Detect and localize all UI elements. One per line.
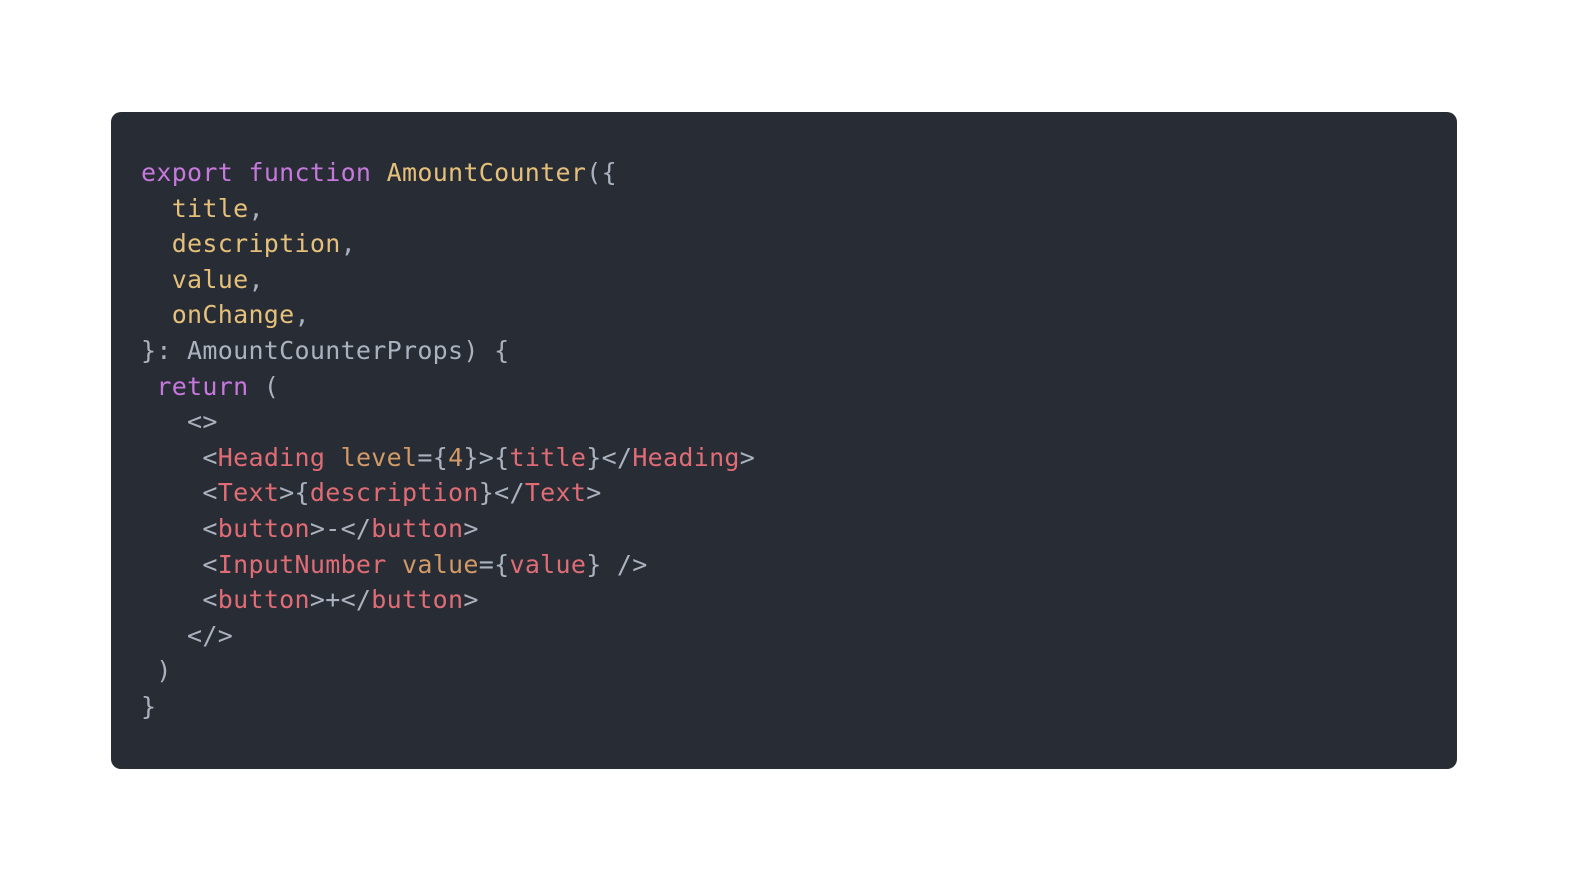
- code-token-attr: level: [340, 442, 418, 472]
- code-line: </>: [141, 618, 755, 654]
- code-token-default: [141, 265, 172, 294]
- code-token-tag: button: [217, 513, 310, 543]
- code-token-tag: button: [371, 585, 464, 615]
- code-token-tag: value: [509, 549, 587, 579]
- code-line: <button>-</button>: [141, 511, 755, 547]
- code-token-tag: Heading: [632, 442, 740, 472]
- code-token-tag: description: [309, 478, 479, 508]
- code-token-default: ): [141, 656, 172, 686]
- code-token-default: [387, 550, 402, 579]
- code-token-tag: button: [371, 513, 464, 543]
- code-line: }: AmountCounterProps) {: [141, 333, 755, 369]
- code-token-default: }>{: [463, 442, 510, 472]
- code-token-default: [141, 229, 172, 258]
- code-token-default: >: [586, 478, 602, 508]
- code-token-attr: 4: [448, 442, 464, 472]
- code-token-default: <: [141, 585, 218, 615]
- code-token-variable: description: [171, 229, 341, 259]
- code-token-default: <: [141, 549, 218, 579]
- code-line: <Text>{description}</Text>: [141, 475, 755, 511]
- code-token-default: ({: [586, 158, 617, 187]
- code-token-default: }</: [478, 478, 525, 508]
- code-token-default: <: [141, 442, 218, 472]
- code-token-default: <>: [141, 407, 218, 437]
- code-token-keyword: return: [156, 371, 249, 401]
- code-token-variable: value: [171, 264, 249, 294]
- code-token-default: >: [463, 513, 479, 543]
- code-token-tag: Heading: [217, 442, 326, 472]
- code-token-default: [371, 158, 386, 187]
- code-token-default: >: [739, 442, 756, 472]
- code-token-default: >: [463, 585, 479, 615]
- code-line: return (: [141, 369, 755, 405]
- code-token-variable: onChange: [171, 300, 295, 330]
- code-token-tag: Text: [217, 478, 280, 508]
- code-line: ): [141, 653, 755, 689]
- code-token-default: }</: [586, 442, 633, 472]
- code-token-default: [325, 443, 340, 472]
- code-token-default: [141, 194, 172, 223]
- code-token-default: }: AmountCounterProps) {: [141, 335, 510, 365]
- code-block: export function AmountCounter({ title, d…: [141, 155, 755, 725]
- code-token-default: } />: [586, 549, 648, 579]
- code-token-variable: title: [171, 193, 249, 223]
- code-token-attr: value: [402, 549, 479, 579]
- code-line: onChange,: [141, 297, 755, 333]
- code-token-default: >{: [279, 478, 310, 508]
- code-token-default: </>: [141, 620, 234, 650]
- code-token-default: [141, 372, 156, 401]
- code-line: <button>+</button>: [141, 582, 755, 618]
- code-token-default: ,: [248, 193, 264, 223]
- code-line: export function AmountCounter({: [141, 155, 755, 191]
- code-token-default: >-</: [309, 513, 372, 543]
- code-line: title,: [141, 191, 755, 227]
- code-token-default: <: [141, 478, 218, 508]
- code-line: <Heading level={4}>{title}</Heading>: [141, 440, 755, 476]
- code-token-default: [233, 158, 248, 187]
- code-line: <>: [141, 404, 755, 440]
- code-token-default: ={: [417, 442, 449, 472]
- code-token-default: (: [248, 371, 280, 401]
- code-line: <InputNumber value={value} />: [141, 547, 755, 583]
- code-line: value,: [141, 262, 755, 298]
- code-token-default: >+</: [309, 585, 372, 615]
- code-line: }: [141, 689, 755, 725]
- code-token-default: ,: [294, 300, 310, 330]
- code-token-tag: Text: [524, 478, 587, 508]
- code-token-default: ,: [340, 229, 356, 259]
- code-token-default: ,: [248, 264, 264, 294]
- code-token-default: ={: [478, 549, 510, 579]
- code-token-keyword: export: [141, 158, 234, 187]
- code-token-tag: button: [217, 585, 310, 615]
- code-line: description,: [141, 226, 755, 262]
- code-token-function: AmountCounter: [386, 158, 587, 187]
- code-token-default: [141, 300, 172, 329]
- code-token-tag: InputNumber: [217, 549, 387, 579]
- code-token-tag: title: [509, 442, 587, 472]
- code-token-keyword: function: [248, 158, 372, 187]
- code-token-default: }: [141, 691, 157, 721]
- code-token-default: <: [141, 513, 218, 543]
